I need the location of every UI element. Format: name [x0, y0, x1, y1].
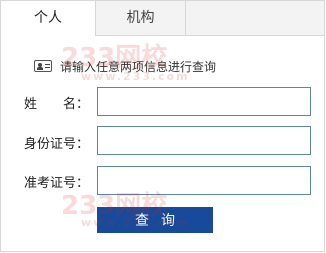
query-panel: 个人 机构 请输入任意两项信息进行查询 姓 名： 身份证号： 准考证号： 查询 …: [0, 0, 325, 252]
id-number-label: 身份证号：: [23, 137, 89, 152]
query-hint-text: 请输入任意两项信息进行查询: [60, 59, 217, 74]
tab-person[interactable]: 个人: [1, 1, 96, 36]
tab-organization[interactable]: 机构: [96, 1, 186, 35]
exam-number-label: 准考证号：: [23, 176, 89, 191]
id-number-input[interactable]: [97, 126, 311, 155]
query-button[interactable]: 查询: [97, 207, 213, 233]
name-input[interactable]: [97, 87, 311, 116]
query-hint: 请输入任意两项信息进行查询: [34, 57, 216, 75]
name-label: 姓 名：: [23, 97, 89, 112]
exam-number-input[interactable]: [97, 166, 311, 195]
tab-bar: 个人 机构: [1, 1, 324, 36]
id-card-icon: [34, 60, 52, 72]
